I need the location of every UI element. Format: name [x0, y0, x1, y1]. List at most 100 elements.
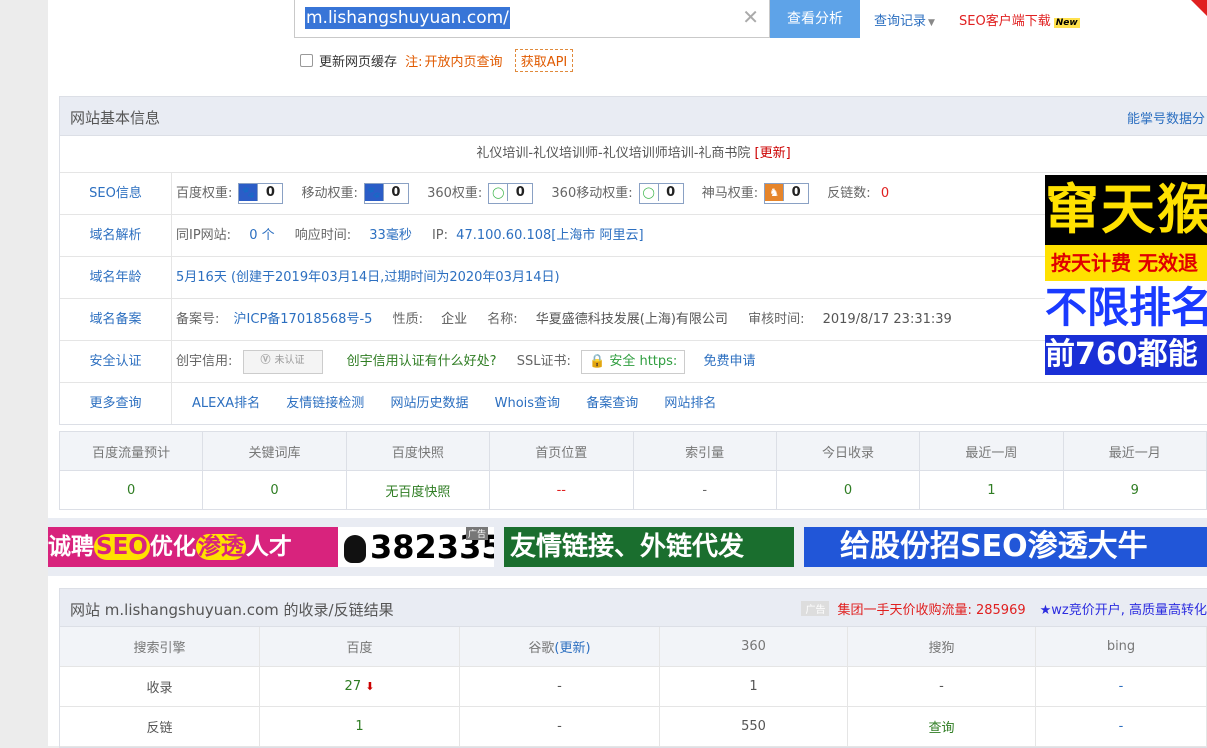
sogou-indexed-value: - — [847, 666, 1036, 707]
equity-recruit-banner[interactable]: 给股份招SEO渗透大牛 — [804, 527, 1207, 567]
360-weight-badge[interactable]: ◯ 0 — [488, 183, 534, 204]
baidu-indexed-value[interactable]: 27 — [345, 679, 362, 694]
mobile-weight-value: 0 — [382, 184, 408, 201]
google-indexed-value: - — [459, 666, 660, 707]
ip-value[interactable]: 47.100.60.108[上海市 阿里云] — [456, 228, 643, 243]
whois-link[interactable]: Whois查询 — [495, 396, 560, 411]
free-apply-link[interactable]: 免费申请 — [703, 354, 755, 369]
qq-penguin-icon — [344, 535, 366, 563]
new-badge: New — [1053, 18, 1080, 28]
stats-header-row: 百度流量预计 关键词库 百度快照 首页位置 索引量 今日收录 最近一周 最近一月 — [58, 431, 1207, 471]
shenma-weight-badge[interactable]: ♞ 0 — [764, 183, 810, 204]
sogou-query-link[interactable]: 查询 — [847, 706, 1036, 747]
alexa-link[interactable]: ALEXA排名 — [192, 396, 260, 411]
360-weight-value: 0 — [507, 184, 533, 201]
last-week-value[interactable]: 1 — [919, 470, 1064, 510]
mobile-weight-badge[interactable]: 🐾 0 — [363, 183, 409, 204]
baidu-backlinks-value[interactable]: 1 — [259, 706, 460, 747]
360-mobile-weight-label: 360移动权重: — [551, 186, 633, 201]
close-icon[interactable]: ✕ — [742, 6, 759, 28]
v-icon: Ⓥ — [260, 354, 271, 366]
360-logo-icon: ◯ — [639, 184, 658, 201]
baidu-traffic-value[interactable]: 0 — [58, 470, 204, 510]
last-month-value[interactable]: 9 — [1062, 470, 1207, 510]
credit-label: 创宇信用: — [176, 354, 233, 369]
history-dropdown[interactable]: 查询记录 ▼ — [874, 10, 935, 29]
dns-label[interactable]: 域名解析 — [60, 215, 172, 256]
corner-ribbon — [1191, 0, 1207, 16]
shenma-weight-label: 神马权重: — [701, 186, 759, 201]
security-label[interactable]: 安全认证 — [60, 341, 172, 382]
same-ip-label: 同IP网站: — [176, 228, 232, 243]
response-time-value: 33毫秒 — [369, 228, 412, 243]
subpage-query-link[interactable]: 开放内页查询 — [425, 55, 503, 70]
update-title-link[interactable]: [更新] — [755, 146, 791, 161]
seo-recruit-banner[interactable]: 诚聘SEO优化渗透人才 — [48, 527, 338, 567]
get-api-button[interactable]: 获取API — [514, 49, 574, 72]
bing-indexed-value[interactable]: - — [1035, 666, 1207, 707]
friend-link-check-link[interactable]: 友情链接检测 — [286, 396, 364, 411]
site-title-text: 礼仪培训-礼仪培训师-礼仪培训师培训-礼商书院 — [476, 146, 751, 161]
https-badge[interactable]: 🔒 安全 https: — [581, 349, 686, 374]
site-title: 礼仪培训-礼仪培训师-礼仪培训师培训-礼商书院 [更新] — [60, 136, 1207, 173]
stats-header: 关键词库 — [202, 431, 347, 471]
backlinks-value[interactable]: 0 — [881, 186, 889, 201]
stats-header: 首页位置 — [489, 431, 634, 471]
uncertified-badge[interactable]: Ⓥ 未认证 — [242, 349, 323, 374]
chevron-down-icon: ▼ — [928, 18, 935, 28]
seo-client-download-link[interactable]: SEO客户端下载 New — [959, 10, 1080, 29]
more-queries-label[interactable]: 更多查询 — [60, 383, 172, 424]
friend-link-banner[interactable]: 友情链接、外链代发 — [504, 527, 794, 567]
icp-label[interactable]: 域名备案 — [60, 299, 172, 340]
refresh-cache-label[interactable]: 更新网页缓存 — [319, 55, 397, 70]
bidding-ad-link[interactable]: ★wz竞价开户, 高质量高转化 — [1040, 603, 1207, 618]
site-rank-link[interactable]: 网站排名 — [664, 396, 716, 411]
search-bar-area: m.lishangshuyuan.com/ ✕ 查看分析 查询记录 ▼ SEO客户… — [48, 0, 1207, 84]
analyze-button[interactable]: 查看分析 — [770, 0, 860, 38]
company-name-value: 华夏盛德科技发展(上海)有限公司 — [535, 312, 728, 327]
stats-header: 今日收录 — [775, 431, 921, 471]
results-ads: 广告 集团一手天价收购流量: 285969 ★wz竞价开户, 高质量高转化 — [801, 599, 1207, 618]
baidu-weight-badge[interactable]: 🐾 0 — [238, 183, 284, 204]
security-row: 安全认证 创宇信用: Ⓥ 未认证 创宇信用认证有什么好处? SSL证书: 🔒 安全… — [60, 341, 1207, 383]
domain-age-label[interactable]: 域名年龄 — [60, 257, 172, 298]
banner-text: 人才 — [245, 534, 292, 560]
nature-value: 企业 — [441, 312, 468, 327]
google-update-link[interactable]: (更新) — [554, 641, 590, 656]
basic-info-title: 网站基本信息 — [70, 109, 161, 127]
360-mobile-weight-badge[interactable]: ◯ 0 — [638, 183, 684, 204]
seo-client-label[interactable]: SEO客户端下载 — [959, 14, 1051, 29]
same-ip-value[interactable]: 0 个 — [249, 228, 274, 243]
lock-icon: 🔒 — [589, 353, 606, 369]
bing-backlinks-value[interactable]: - — [1035, 706, 1207, 747]
results-header-row: 搜索引擎 百度 谷歌(更新) 360 搜狗 bing — [60, 627, 1207, 667]
today-indexed-value[interactable]: 0 — [775, 470, 921, 510]
keyword-library-value[interactable]: 0 — [202, 470, 347, 510]
audit-time-label: 审核时间: — [748, 312, 805, 327]
credit-benefit-link[interactable]: 创宇信用认证有什么好处? — [347, 354, 497, 369]
side-ad-banner[interactable]: 窜天猴 按天计费 无效退 不限排名 前760都能 — [1045, 175, 1207, 375]
https-text: 安全 https: — [609, 353, 678, 369]
seo-info-label[interactable]: SEO信息 — [60, 173, 172, 214]
seo-info-row: SEO信息 百度权重: 🐾 0 移动权重: 🐾 0 360权重: ◯ 0 360移动权重: ◯… — [60, 173, 1207, 215]
baidu-snapshot-value[interactable]: 无百度快照 — [345, 470, 491, 510]
icp-no-value[interactable]: 沪ICP备17018568号-5 — [234, 312, 373, 327]
icp-query-link[interactable]: 备案查询 — [586, 396, 638, 411]
domain-age-value[interactable]: 5月16天 (创建于2019年03月14日,过期时间为2020年03月14日) — [176, 270, 560, 285]
history-label[interactable]: 查询记录 — [874, 14, 926, 29]
paw-icon: 🐾 — [239, 184, 258, 201]
search-input[interactable]: m.lishangshuyuan.com/ ✕ — [294, 0, 770, 38]
xiongzhang-data-link[interactable]: 能掌号数据分 — [1127, 108, 1205, 127]
dns-row: 域名解析 同IP网站: 0 个 响应时间: 33毫秒 IP: 47.100.60… — [60, 215, 1207, 257]
more-queries-row: 更多查询 ALEXA排名 友情链接检测 网站历史数据 Whois查询 备案查询 … — [60, 383, 1207, 424]
icp-row: 域名备案 备案号: 沪ICP备17018568号-5 性质: 企业 名称: 华夏… — [60, 299, 1207, 341]
traffic-ad-link[interactable]: 集团一手天价收购流量: 285969 — [837, 603, 1025, 618]
refresh-cache-checkbox[interactable] — [300, 54, 313, 67]
search-input-value[interactable]: m.lishangshuyuan.com/ — [305, 7, 510, 29]
baidu-indexed-cell[interactable]: 27 ⬇ — [259, 666, 460, 707]
banner-text: 友情链接、外链代发 — [510, 532, 745, 562]
audit-time-value: 2019/8/17 23:31:39 — [822, 312, 952, 327]
360-weight-label: 360权重: — [427, 186, 483, 201]
history-data-link[interactable]: 网站历史数据 — [390, 396, 468, 411]
stats-header: 最近一周 — [919, 431, 1064, 471]
